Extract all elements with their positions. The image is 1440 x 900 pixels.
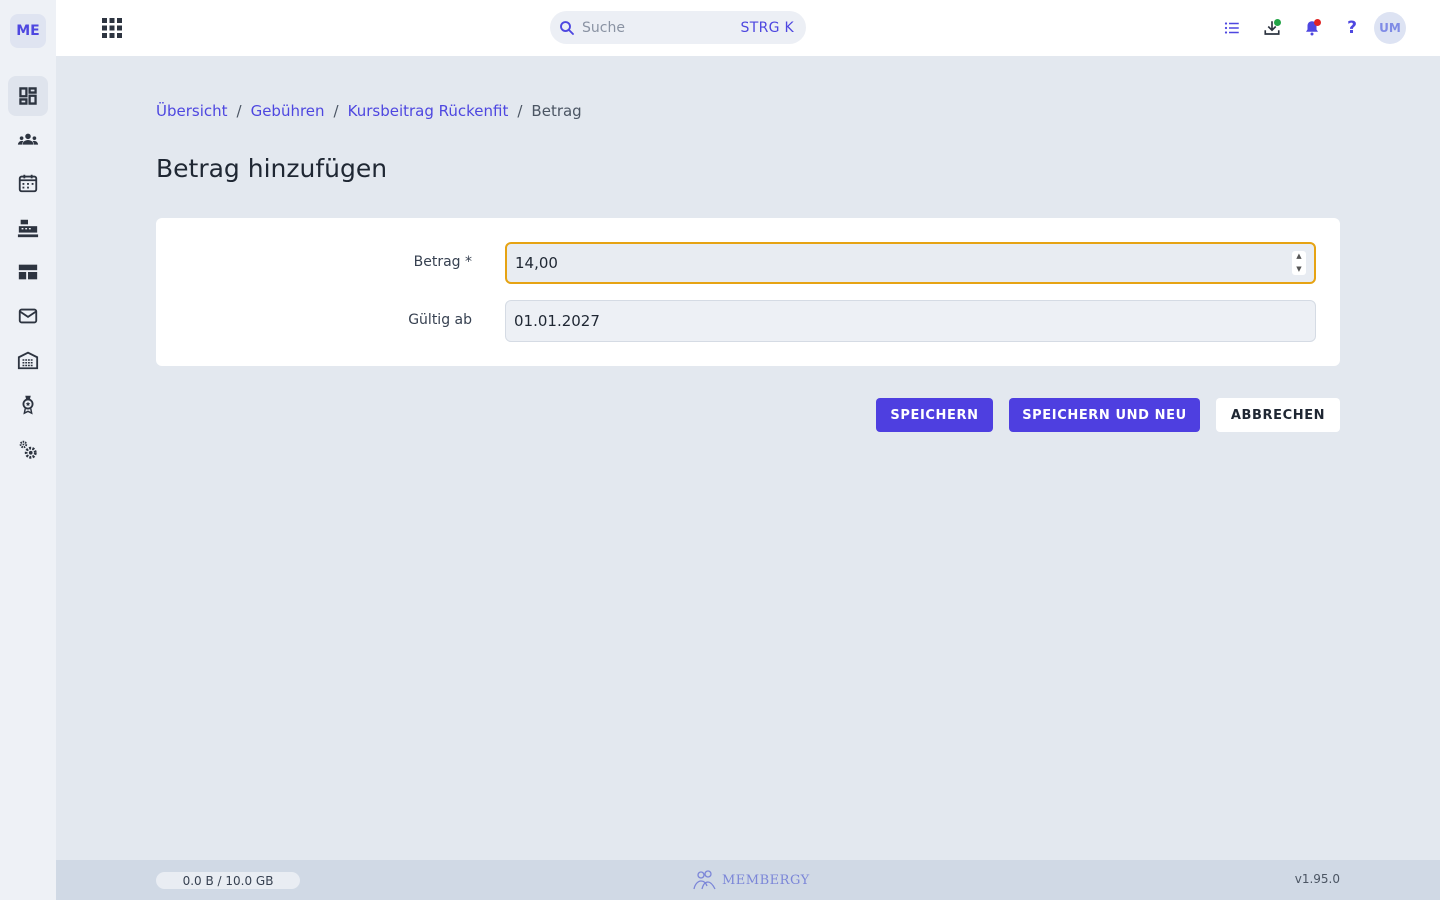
membergy-logo-icon (693, 870, 716, 890)
notifications-badge (1314, 19, 1321, 26)
notifications-button[interactable] (1300, 16, 1324, 40)
sidebar-item-calendar[interactable] (8, 163, 48, 203)
amount-form: Betrag * 14,00 ▲ ▼ Gültig ab 01.01.2027 (156, 218, 1340, 366)
sidebar-item-warehouse[interactable] (8, 340, 48, 380)
apps-grid-icon (102, 18, 122, 38)
breadcrumb-current: Betrag (531, 102, 582, 120)
sidebar-item-dashboard[interactable] (8, 76, 48, 116)
list-icon (1224, 22, 1239, 34)
breadcrumb-separator: / (517, 102, 523, 120)
award-icon (22, 395, 34, 415)
breadcrumb-separator: / (333, 102, 339, 120)
breadcrumb-item-course-fee[interactable]: Kursbeitrag Rückenfit (348, 102, 509, 120)
save-and-new-button[interactable]: SPEICHERN UND NEU (1009, 398, 1200, 432)
sidebar-item-awards[interactable] (8, 384, 48, 424)
downloads-button[interactable] (1260, 16, 1284, 40)
sidebar-item-members[interactable] (8, 120, 48, 160)
footer: 0.0 B / 10.0 GB MEMBERGY v1.95.0 (56, 860, 1440, 900)
valid-from-field[interactable]: 01.01.2027 (505, 300, 1316, 342)
save-button[interactable]: SPEICHERN (876, 398, 993, 432)
search-placeholder: Suche (582, 19, 625, 36)
app-version: v1.95.0 (1294, 872, 1340, 886)
amount-label: Betrag * (413, 254, 472, 270)
calendar-icon (18, 174, 38, 193)
sidebar-item-layouts[interactable] (8, 252, 48, 292)
sidebar-item-mail[interactable] (8, 296, 48, 336)
table-layout-icon (18, 264, 38, 280)
chevron-up-icon[interactable]: ▲ (1296, 251, 1301, 262)
cash-register-icon (17, 219, 39, 238)
search-shortcut: STRG K (740, 19, 794, 36)
downloads-status-dot (1274, 19, 1281, 26)
warehouse-icon (17, 351, 39, 370)
top-bar: Suche STRG K ? UM (56, 0, 1440, 56)
settings-icon (19, 440, 37, 459)
members-icon (17, 133, 39, 145)
sidebar-item-settings[interactable] (8, 430, 48, 470)
search-icon (560, 20, 574, 35)
amount-field[interactable]: 14,00 ▲ ▼ (505, 242, 1316, 284)
amount-value: 14,00 (515, 254, 558, 272)
breadcrumb-item-fees[interactable]: Gebühren (251, 102, 325, 120)
app-logo[interactable]: ME (10, 14, 46, 48)
storage-usage: 0.0 B / 10.0 GB (156, 872, 300, 889)
help-button[interactable]: ? (1340, 16, 1364, 40)
brand-logo: MEMBERGY (692, 869, 810, 891)
search-input[interactable]: Suche STRG K (550, 11, 806, 44)
breadcrumb-item-overview[interactable]: Übersicht (156, 102, 228, 120)
user-avatar[interactable]: UM (1374, 12, 1406, 44)
brand-name: MEMBERGY (722, 872, 810, 888)
cancel-button[interactable]: ABBRECHEN (1216, 398, 1340, 432)
mail-icon (18, 308, 38, 324)
breadcrumb-separator: / (236, 102, 242, 120)
valid-from-label: Gültig ab (408, 312, 472, 328)
amount-stepper[interactable]: ▲ ▼ (1292, 251, 1306, 275)
breadcrumb: Übersicht / Gebühren / Kursbeitrag Rücke… (156, 102, 582, 120)
dashboard-icon (19, 87, 37, 105)
task-list-button[interactable] (1220, 16, 1244, 40)
chevron-down-icon[interactable]: ▼ (1296, 264, 1301, 275)
sidebar-item-cash-register[interactable] (8, 208, 48, 248)
valid-from-value: 01.01.2027 (514, 312, 600, 330)
apps-grid-button[interactable] (100, 16, 124, 40)
page-title: Betrag hinzufügen (156, 154, 388, 183)
help-icon: ? (1347, 18, 1357, 38)
sidebar: ME (0, 0, 56, 900)
